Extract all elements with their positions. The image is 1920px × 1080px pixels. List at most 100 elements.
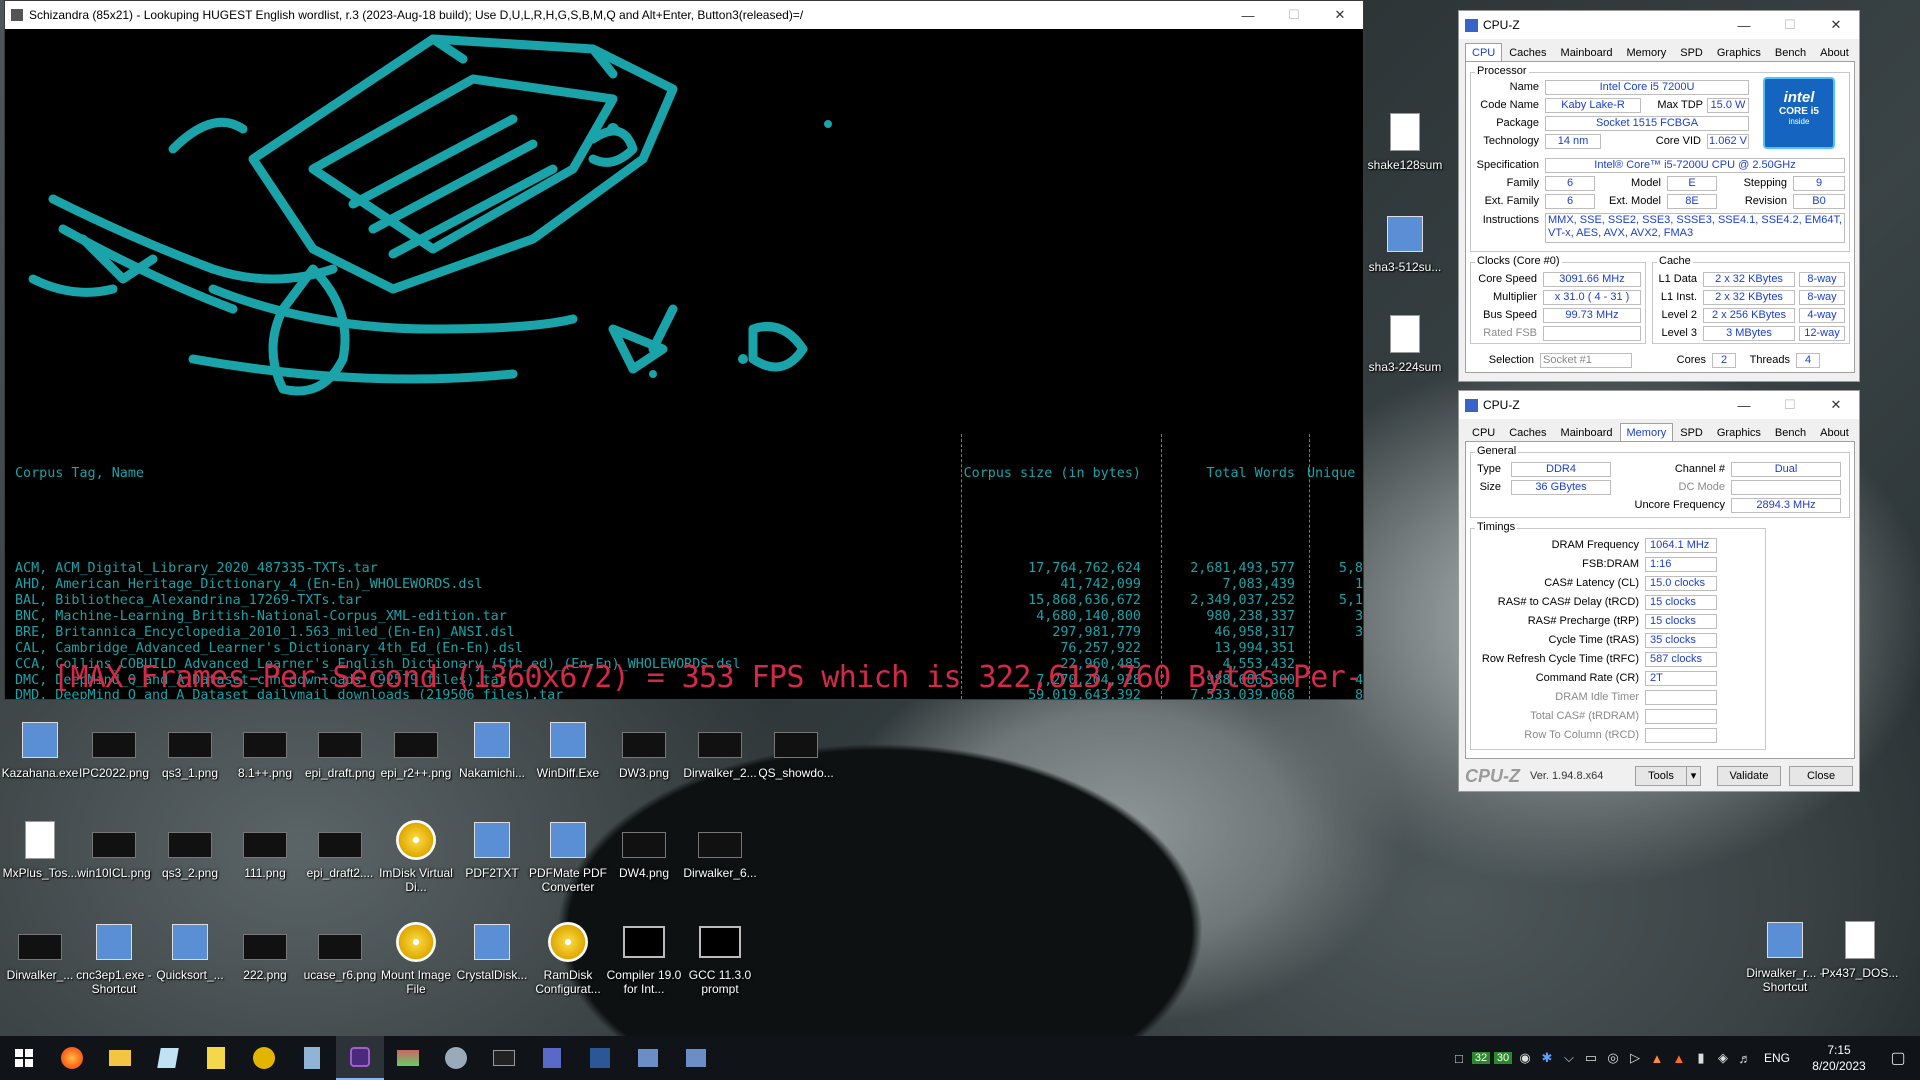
tray-icon[interactable]: ▷ (1624, 1050, 1646, 1066)
desktop-icon[interactable]: qs3_2.png (150, 818, 230, 880)
terminal-titlebar[interactable]: Schizandra (85x21) - Lookuping HUGEST En… (5, 1, 1363, 29)
desktop-icon[interactable]: DW3.png (604, 718, 684, 780)
cpuz-titlebar[interactable]: CPU-Z — ☐ ✕ (1459, 391, 1859, 419)
tab-caches[interactable]: Caches (1502, 43, 1553, 63)
terminal-window[interactable]: Schizandra (85x21) - Lookuping HUGEST En… (4, 0, 1364, 700)
desktop-icon[interactable]: shake128sum (1365, 110, 1445, 172)
tab-bench[interactable]: Bench (1768, 43, 1813, 63)
battery-icon[interactable]: ▮ (1690, 1050, 1712, 1066)
tab-graphics[interactable]: Graphics (1710, 423, 1768, 443)
image-viewer-icon[interactable] (384, 1036, 432, 1080)
tab-mainboard[interactable]: Mainboard (1554, 43, 1620, 63)
desktop-icon[interactable]: ucase_r6.png (300, 920, 380, 982)
desktop-icon[interactable]: Dirwalker_6... (680, 818, 760, 880)
tab-spd[interactable]: SPD (1673, 43, 1710, 63)
bluetooth-icon[interactable]: ✱ (1536, 1050, 1558, 1066)
tab-graphics[interactable]: Graphics (1710, 43, 1768, 63)
desktop-icon[interactable]: MxPlus_Tos... (0, 818, 80, 880)
minimize-button[interactable]: — (1721, 391, 1767, 419)
desktop-icon[interactable]: Compiler 19.0 for Int... (604, 920, 684, 996)
tab-cpu[interactable]: CPU (1465, 423, 1502, 443)
validate-button[interactable]: Validate (1717, 766, 1781, 786)
desktop-icon[interactable]: RamDisk Configurat... (528, 920, 608, 996)
desktop-icon[interactable]: Kazahana.exe (0, 718, 80, 780)
flame-icon[interactable]: ▲ (1668, 1051, 1690, 1066)
desktop-icon[interactable]: PDFMate PDF Converter (528, 818, 608, 894)
tab-memory[interactable]: Memory (1620, 43, 1674, 63)
desktop-icon[interactable]: CrystalDisk... (452, 920, 532, 982)
desktop-icon[interactable]: qs3_1.png (150, 718, 230, 780)
desktop-icon[interactable]: WinDiff.Exe (528, 718, 608, 780)
desktop-icon[interactable]: 222.png (225, 920, 305, 982)
usb-icon[interactable]: ⌵ (1558, 1050, 1580, 1066)
desktop-icon[interactable]: Dirwalker_r... - Shortcut (1745, 918, 1825, 994)
close-dialog-button[interactable]: Close (1789, 766, 1853, 786)
minimize-button[interactable]: — (1721, 11, 1767, 39)
windows-start-icon[interactable] (0, 1036, 48, 1080)
desktop-icon[interactable]: PDF2TXT (452, 818, 532, 880)
desktop-icon[interactable]: 8.1++.png (225, 718, 305, 780)
desktop-icon[interactable]: cnc3ep1.exe - Shortcut (74, 920, 154, 996)
tray-icon[interactable]: □ (1448, 1051, 1470, 1066)
app-icon[interactable] (624, 1036, 672, 1080)
desktop-icon[interactable]: 111.png (225, 818, 305, 880)
maximize-button[interactable]: ☐ (1767, 11, 1813, 39)
pdf-icon[interactable] (192, 1036, 240, 1080)
close-button[interactable]: ✕ (1317, 1, 1363, 29)
desktop-icon[interactable]: DW4.png (604, 818, 684, 880)
tray-cpu-meter[interactable]: 30 (1493, 1052, 1512, 1064)
terminal-icon[interactable] (480, 1036, 528, 1080)
tray-icon[interactable]: ◉ (1514, 1050, 1536, 1066)
app-icon[interactable] (672, 1036, 720, 1080)
desktop-icon[interactable]: sha3-512su... (1365, 212, 1445, 274)
desktop-icon[interactable]: IPC2022.png (74, 718, 154, 780)
cpuz-taskbar-icon[interactable] (336, 1036, 384, 1080)
desktop-icon[interactable]: Mount Image File (376, 920, 456, 996)
tab-about[interactable]: About (1813, 423, 1856, 443)
tab-cpu[interactable]: CPU (1465, 43, 1503, 63)
desktop-icon[interactable]: Dirwalker_2... (680, 718, 760, 780)
desktop-icon[interactable]: Dirwalker_... (0, 920, 80, 982)
tab-spd[interactable]: SPD (1673, 423, 1710, 443)
close-button[interactable]: ✕ (1813, 11, 1859, 39)
maximize-button[interactable]: ☐ (1271, 1, 1317, 29)
warning-icon[interactable]: ▲ (1646, 1051, 1668, 1066)
desktop-icon[interactable]: win10ICL.png (74, 818, 154, 880)
desktop-icon[interactable]: epi_draft.png (300, 718, 380, 780)
close-button[interactable]: ✕ (1813, 391, 1859, 419)
app-icon[interactable] (528, 1036, 576, 1080)
minimize-button[interactable]: — (1225, 1, 1271, 29)
maximize-button[interactable]: ☐ (1767, 391, 1813, 419)
terminal-body[interactable]: Corpus Tag, Name Corpus size (in bytes) … (5, 29, 1363, 699)
tray-cpu-meter[interactable]: 32 (1471, 1052, 1490, 1064)
cpuz-titlebar[interactable]: CPU-Z — ☐ ✕ (1459, 11, 1859, 39)
app-icon[interactable] (432, 1036, 480, 1080)
clock[interactable]: 7:15 8/20/2023 (1802, 1042, 1876, 1074)
cpuz-cpu-window[interactable]: CPU-Z — ☐ ✕ CPU Caches Mainboard Memory … (1458, 10, 1860, 382)
drive-icon[interactable]: ▭ (1580, 1050, 1602, 1066)
desktop-icon[interactable]: GCC 11.3.0 prompt (680, 920, 760, 996)
desktop-icon[interactable]: sha3-224sum (1365, 312, 1445, 374)
desktop-icon[interactable]: ImDisk Virtual Di... (376, 818, 456, 894)
file-explorer-icon[interactable] (96, 1036, 144, 1080)
desktop-icon[interactable]: Nakamichi... (452, 718, 532, 780)
notepad-icon[interactable] (144, 1036, 192, 1080)
desktop-icon[interactable]: QS_showdo... (756, 718, 836, 780)
notification-icon[interactable]: ▢ (1876, 1048, 1920, 1068)
tab-bench[interactable]: Bench (1768, 423, 1813, 443)
desktop-icon[interactable]: Quicksort_... (150, 920, 230, 982)
desktop-icon[interactable]: epi_draft2.... (300, 818, 380, 880)
language-indicator[interactable]: ENG (1764, 1051, 1790, 1065)
app-icon[interactable] (240, 1036, 288, 1080)
tools-button[interactable]: Tools ▾ (1635, 766, 1701, 786)
firefox-icon[interactable] (48, 1036, 96, 1080)
tab-mainboard[interactable]: Mainboard (1554, 423, 1620, 443)
tab-memory[interactable]: Memory (1619, 423, 1674, 443)
app-icon[interactable] (576, 1036, 624, 1080)
calculator-icon[interactable] (288, 1036, 336, 1080)
tab-about[interactable]: About (1813, 43, 1856, 63)
desktop-icon[interactable]: Px437_DOS... (1820, 918, 1900, 980)
network-icon[interactable]: ◎ (1602, 1050, 1624, 1066)
socket-select[interactable]: Socket #1 (1540, 353, 1632, 368)
volume-icon[interactable]: ♬ (1734, 1051, 1756, 1066)
